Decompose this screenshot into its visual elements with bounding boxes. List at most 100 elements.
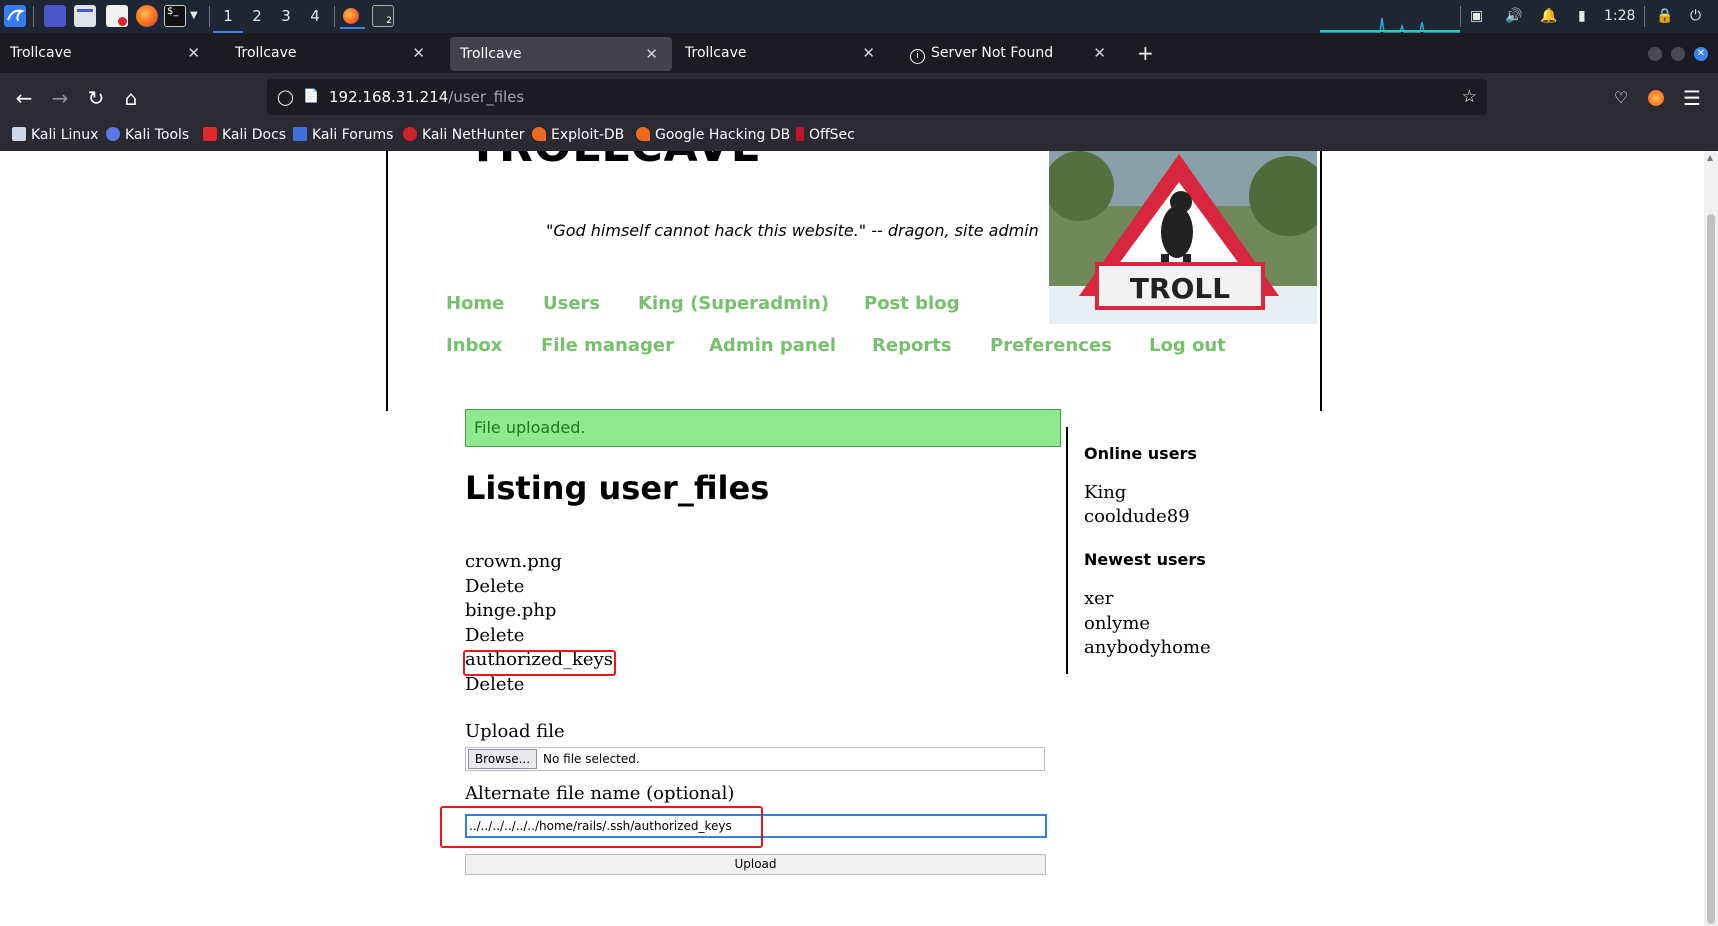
volume-icon[interactable]: 🔊	[1505, 5, 1522, 27]
url-bar[interactable]: ◯ 📄 192.168.31.214/user_files ☆	[267, 79, 1487, 115]
listing-heading: Listing user_files	[465, 469, 770, 507]
file-name-binge[interactable]: binge.php	[465, 600, 556, 621]
tab-server-not-found[interactable]: i Server Not Found ✕	[900, 33, 1120, 73]
tab-trollcave-1[interactable]: Trollcave ✕	[0, 33, 214, 73]
desktop-icon[interactable]	[44, 5, 66, 27]
power-icon[interactable]: ⏻	[1690, 5, 1701, 27]
nav-reports[interactable]: Reports	[872, 335, 952, 356]
terminal-window-icon[interactable]: 2	[372, 5, 394, 27]
alternate-file-name-label: Alternate file name (optional)	[465, 783, 735, 804]
bookmarks-toolbar: Kali Linux Kali Tools Kali Docs Kali For…	[0, 121, 1718, 152]
window-close-button[interactable]: ✕	[1694, 47, 1708, 61]
pocket-icon[interactable]: ♡	[1609, 86, 1633, 110]
maximize-button[interactable]	[1671, 47, 1685, 61]
nav-admin-panel[interactable]: Admin panel	[709, 335, 836, 356]
nav-log-out[interactable]: Log out	[1149, 335, 1226, 356]
forward-arrow-icon[interactable]: →	[48, 86, 72, 110]
highlight-annotation	[463, 650, 616, 676]
bookmark-exploit-db[interactable]: Exploit-DB	[532, 121, 624, 149]
tab-trollcave-4[interactable]: Trollcave ✕	[675, 33, 889, 73]
browse-button[interactable]: Browse...	[468, 749, 537, 769]
workspace-3[interactable]: 3	[271, 0, 301, 33]
minimize-button[interactable]	[1648, 47, 1662, 61]
bookmark-kali-docs[interactable]: Kali Docs	[203, 121, 286, 149]
newest-user[interactable]: anybodyhome	[1084, 637, 1211, 658]
page-info-icon[interactable]: 📄	[303, 79, 319, 115]
nav-file-manager[interactable]: File manager	[541, 335, 674, 356]
bookmark-star-icon[interactable]: ☆	[1462, 79, 1477, 115]
newest-user[interactable]: onlyme	[1084, 613, 1150, 634]
tab-trollcave-3[interactable]: Trollcave ✕	[450, 37, 672, 71]
newest-user[interactable]: xer	[1084, 588, 1113, 609]
kali-tools-icon	[106, 127, 120, 141]
kali-docs-icon	[203, 127, 217, 141]
bookmark-label: Kali Docs	[222, 127, 287, 143]
tab-title: Trollcave	[235, 45, 297, 61]
file-manager-icon[interactable]	[74, 5, 96, 27]
cpu-graph-icon	[1320, 17, 1460, 33]
bookmark-kali-forums[interactable]: Kali Forums	[293, 121, 393, 149]
home-icon[interactable]: ⌂	[119, 86, 143, 110]
web-page: TROLLCAVE "God himself cannot hack this …	[0, 151, 1704, 926]
scrollbar-thumb[interactable]	[1707, 214, 1715, 924]
tab-title: Trollcave	[460, 46, 522, 62]
delete-link[interactable]: Delete	[465, 625, 524, 646]
delete-link[interactable]: Delete	[465, 576, 524, 597]
display-icon[interactable]: ▣	[1470, 5, 1483, 27]
online-user[interactable]: King	[1084, 482, 1126, 503]
close-icon[interactable]: ✕	[412, 33, 425, 73]
troll-sign-text: TROLL	[1130, 272, 1230, 305]
bookmark-kali-linux[interactable]: Kali Linux	[12, 121, 98, 149]
newest-users-heading: Newest users	[1084, 550, 1206, 569]
battery-icon[interactable]: ▮	[1578, 5, 1586, 27]
tab-trollcave-2[interactable]: Trollcave ✕	[225, 33, 439, 73]
nav-users[interactable]: Users	[543, 293, 600, 314]
lock-icon[interactable]: 🔒	[1656, 5, 1673, 27]
reload-icon[interactable]: ↻	[84, 86, 108, 110]
file-picker[interactable]: Browse... No file selected.	[465, 747, 1045, 771]
nav-home[interactable]: Home	[446, 293, 504, 314]
close-icon[interactable]: ✕	[862, 33, 875, 73]
nav-inbox[interactable]: Inbox	[446, 335, 502, 356]
clock[interactable]: 1:28	[1604, 5, 1635, 27]
ghdb-icon	[636, 127, 650, 141]
no-file-text: No file selected.	[543, 752, 640, 766]
bookmark-kali-nethunter[interactable]: Kali NetHunter	[403, 121, 524, 149]
close-icon[interactable]: ✕	[1093, 33, 1106, 73]
nav-post-blog[interactable]: Post blog	[864, 293, 959, 314]
shield-icon[interactable]: ◯	[277, 79, 294, 115]
taskbar-separator	[1644, 6, 1645, 27]
taskbar-separator	[209, 6, 210, 27]
close-icon[interactable]: ✕	[645, 37, 658, 71]
workspace-1[interactable]: 1	[213, 0, 243, 33]
new-tab-button[interactable]: +	[1132, 33, 1162, 73]
text-editor-icon[interactable]	[106, 5, 128, 27]
firefox-icon[interactable]	[136, 5, 158, 27]
bookmark-offsec[interactable]: OffSec	[796, 121, 855, 149]
kali-menu-icon[interactable]	[4, 5, 26, 27]
terminal-icon[interactable]: $_	[164, 5, 186, 27]
hamburger-menu-icon[interactable]: ☰	[1680, 86, 1704, 110]
nav-king-superadmin[interactable]: King (Superadmin)	[638, 293, 829, 314]
kali-dragon-icon	[12, 127, 26, 141]
nav-preferences[interactable]: Preferences	[990, 335, 1112, 356]
firefox-window-icon[interactable]	[340, 5, 365, 29]
extension-icon[interactable]	[1644, 86, 1668, 110]
scroll-up-arrow-icon[interactable]: ▲	[1707, 153, 1713, 162]
notification-bell-icon[interactable]: 🔔	[1540, 5, 1557, 27]
dropdown-icon[interactable]: ▼	[190, 5, 198, 27]
file-name-crown[interactable]: crown.png	[465, 551, 562, 572]
exploit-db-icon	[532, 127, 546, 141]
bookmark-kali-tools[interactable]: Kali Tools	[106, 121, 189, 149]
workspace-4[interactable]: 4	[300, 0, 330, 33]
back-arrow-icon[interactable]: ←	[12, 86, 36, 110]
bookmark-google-hacking-db[interactable]: Google Hacking DB	[636, 121, 790, 149]
kali-forums-icon	[293, 127, 307, 141]
tab-title: Server Not Found	[931, 45, 1054, 61]
online-users-heading: Online users	[1084, 444, 1197, 463]
close-icon[interactable]: ✕	[187, 33, 200, 73]
delete-link[interactable]: Delete	[465, 674, 524, 695]
online-user[interactable]: cooldude89	[1084, 506, 1190, 527]
upload-button[interactable]: Upload	[465, 854, 1046, 875]
workspace-2[interactable]: 2	[242, 0, 272, 33]
